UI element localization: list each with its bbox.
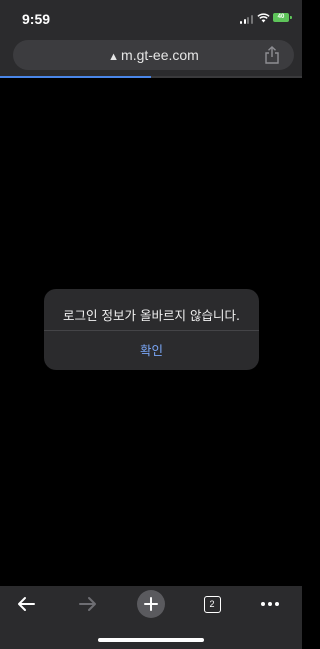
alert-message: 로그인 정보가 올바르지 않습니다. [63,308,240,323]
confirm-button[interactable]: 확인 [44,331,259,370]
more-button[interactable] [250,588,290,620]
back-icon [18,597,35,611]
alert-dialog: 로그인 정보가 올바르지 않습니다. 확인 [44,289,259,370]
forward-button[interactable] [68,588,108,620]
battery-tip [290,16,292,19]
wifi-icon [257,13,270,23]
forward-icon [79,597,96,611]
new-tab-button[interactable] [131,588,171,620]
battery-icon: 40 [273,13,289,22]
tabs-icon: 2 [203,595,221,613]
tabs-button[interactable]: 2 [192,588,232,620]
new-tab-icon [137,590,165,618]
status-time: 9:59 [22,11,51,27]
signal-icon [240,14,254,24]
status-bar: 9:59 40 [0,0,302,36]
browser-top-chrome: 9:59 40 ▲ m.gt-ee.com [0,0,302,78]
home-indicator[interactable] [98,638,204,642]
share-icon[interactable] [264,46,280,64]
address-bar[interactable]: ▲ m.gt-ee.com [13,40,294,70]
lock-icon: ▲ [108,51,120,63]
url-text: m.gt-ee.com [121,47,199,63]
url-display[interactable]: ▲ m.gt-ee.com [13,40,294,70]
more-icon [261,602,279,606]
back-button[interactable] [6,588,46,620]
